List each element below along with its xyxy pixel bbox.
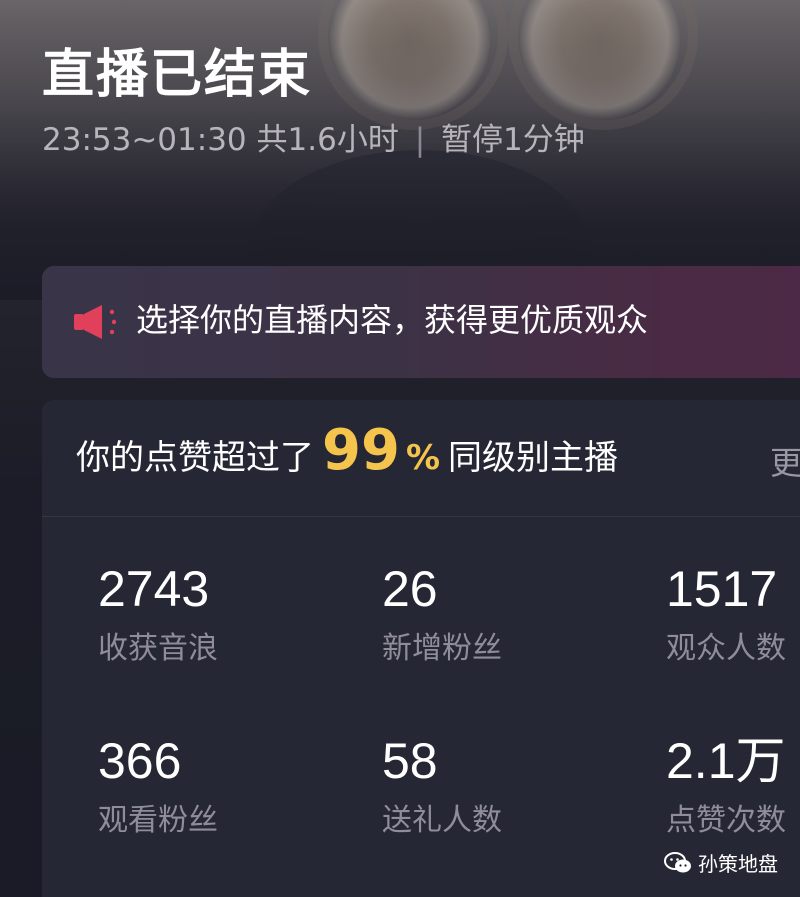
total-duration: 共1.6小时 xyxy=(256,122,399,158)
stat-label: 送礼人数 xyxy=(382,803,502,838)
likes-suffix: 同级别主播 xyxy=(448,438,619,478)
more-link[interactable]: 更 xyxy=(770,438,800,484)
stat-label: 新增粉丝 xyxy=(382,631,502,666)
banner-text: 选择你的直播内容，获得更优质观众 xyxy=(136,301,649,339)
stat-value: 58 xyxy=(382,733,438,789)
watermark-text: 孙策地盘 xyxy=(698,852,778,876)
time-range: 23:53~01:30 xyxy=(42,122,247,158)
stat-viewers: 1517 观众人数 xyxy=(666,562,786,667)
wechat-watermark: 孙策地盘 xyxy=(664,848,778,877)
stat-value: 366 xyxy=(98,733,182,789)
megaphone-icon xyxy=(74,305,117,339)
stat-new-followers: 26 新增粉丝 xyxy=(382,562,502,667)
stat-gift-senders: 58 送礼人数 xyxy=(382,734,502,839)
likes-prefix: 你的点赞超过了 xyxy=(76,438,314,478)
stat-value: 26 xyxy=(382,561,438,617)
stat-label: 观看粉丝 xyxy=(98,803,218,838)
live-session-info: 23:53~01:30 共1.6小时 | 暂停1分钟 xyxy=(42,120,585,160)
likes-percent: 99 xyxy=(322,418,400,483)
stat-label: 收获音浪 xyxy=(98,631,218,666)
pause-duration: 暂停1分钟 xyxy=(441,122,585,158)
page-title: 直播已结束 xyxy=(42,45,313,105)
stat-value: 1517 xyxy=(666,561,778,617)
info-separator: | xyxy=(414,122,426,158)
stat-label: 观众人数 xyxy=(666,631,786,666)
live-ended-screen: 直播已结束 23:53~01:30 共1.6小时 | 暂停1分钟 选择你的直播内… xyxy=(0,0,800,897)
card-divider xyxy=(42,516,800,517)
stat-sound-waves: 2743 收获音浪 xyxy=(98,562,218,667)
stat-label: 点赞次数 xyxy=(666,803,786,838)
stat-value: 2743 xyxy=(98,561,210,617)
stat-value: 2.1万 xyxy=(666,733,786,789)
likes-ranking-summary: 你的点赞超过了 99 % 同级别主播 xyxy=(76,418,618,498)
live-stats-card: 你的点赞超过了 99 % 同级别主播 更 2743 收获音浪 26 新增粉丝 1… xyxy=(42,400,800,897)
content-tip-banner[interactable]: 选择你的直播内容，获得更优质观众 xyxy=(42,266,800,378)
stat-follower-viewers: 366 观看粉丝 xyxy=(98,734,218,839)
wechat-icon xyxy=(664,851,691,872)
stat-likes: 2.1万 点赞次数 xyxy=(666,734,786,839)
likes-percent-sign: % xyxy=(405,438,441,478)
